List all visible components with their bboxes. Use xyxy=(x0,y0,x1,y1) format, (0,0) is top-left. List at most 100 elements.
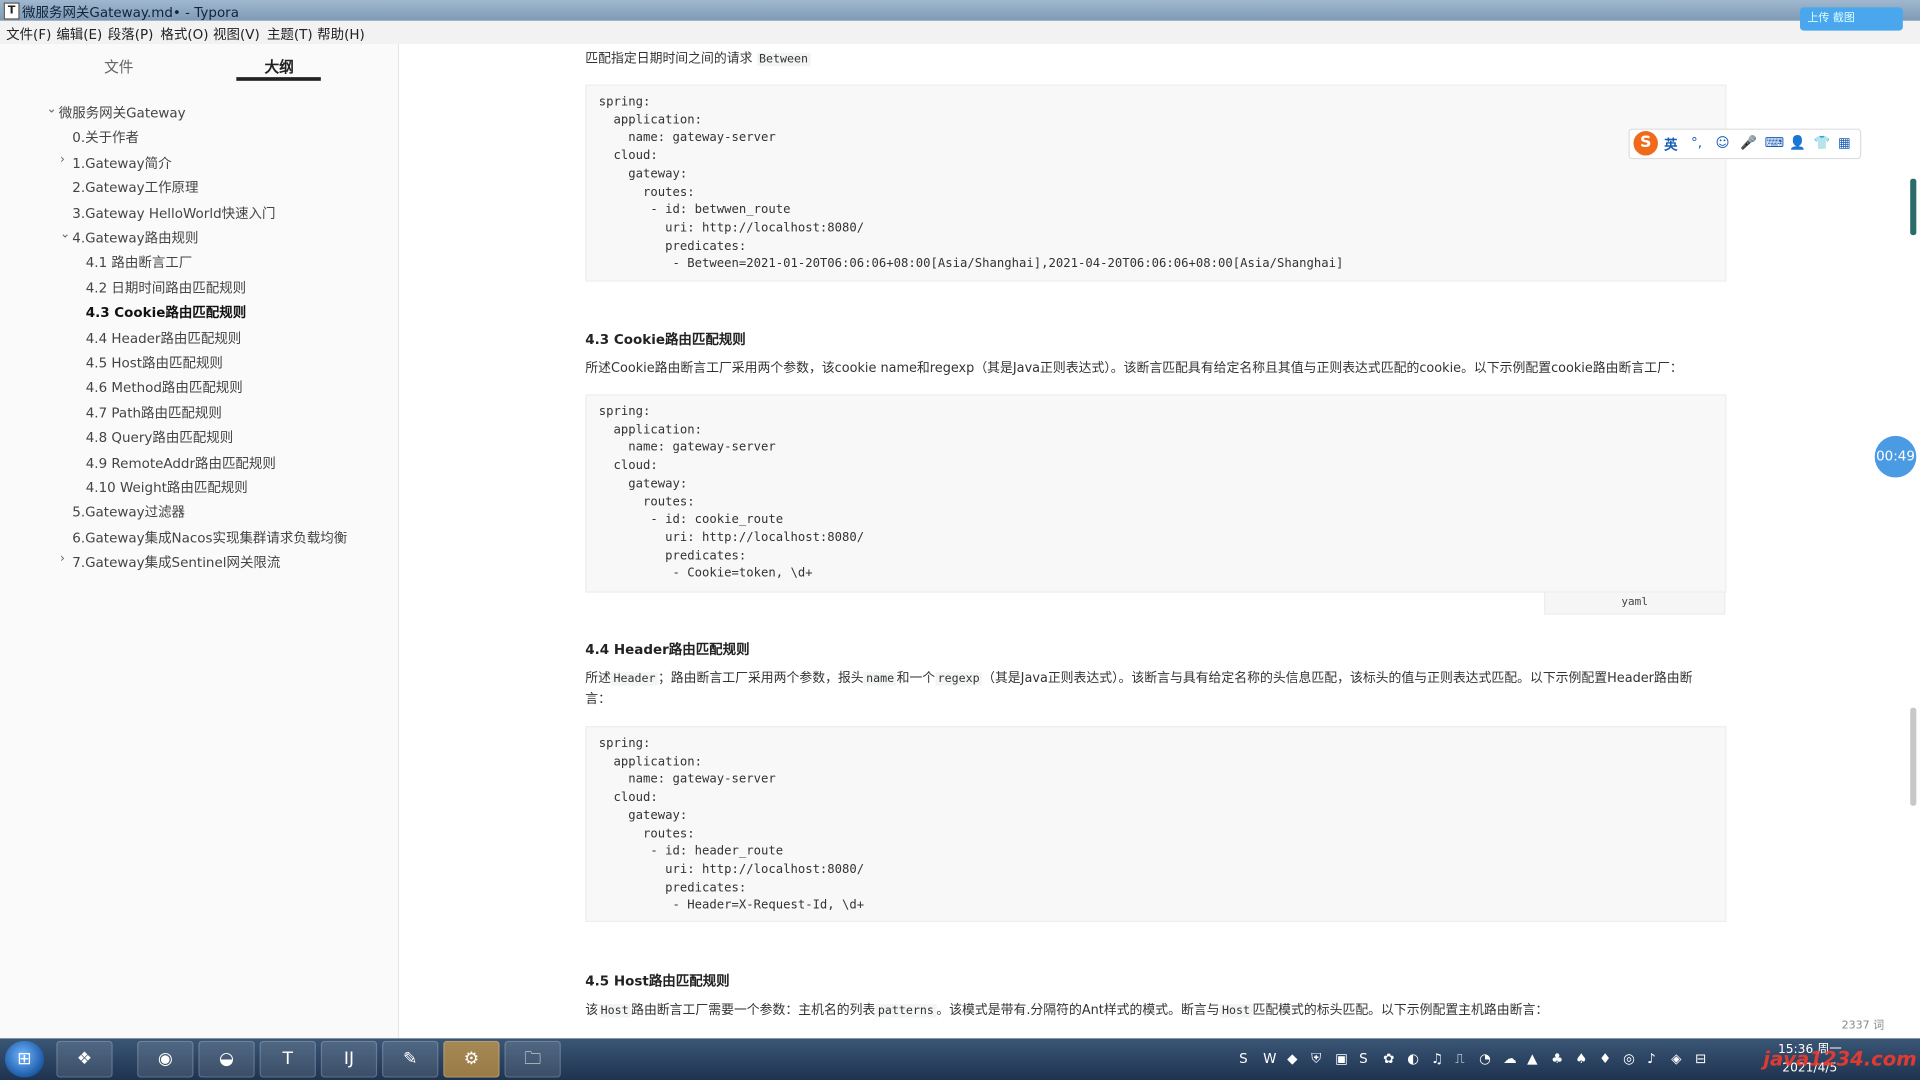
ime-language-toggle[interactable]: 英 xyxy=(1664,135,1677,155)
outline-item[interactable]: 2.Gateway工作原理 xyxy=(72,178,198,198)
cookie-paragraph: 所述Cookie路由断言工厂采用两个参数，该cookie name和regexp… xyxy=(585,361,1683,376)
tab-outline[interactable]: 大纲 xyxy=(236,56,322,77)
code-line: gateway: xyxy=(598,809,688,823)
menu-paragraph[interactable]: 段落(P) xyxy=(108,24,154,44)
outline-item[interactable]: 4.10 Weight路由匹配规则 xyxy=(86,478,248,498)
recording-timer[interactable]: 00:49 xyxy=(1874,435,1917,478)
ime-skin-icon[interactable]: 👕 xyxy=(1813,135,1830,151)
browser-icon[interactable]: ◒ xyxy=(198,1040,255,1078)
scrollbar-thumb[interactable] xyxy=(1910,707,1917,806)
tray-icon[interactable]: ♣ xyxy=(1551,1051,1563,1067)
outline-item[interactable]: 4.6 Method路由匹配规则 xyxy=(86,378,243,398)
pen-app-icon[interactable]: ✎ xyxy=(382,1040,439,1078)
ime-punctuation-icon[interactable]: °, xyxy=(1691,135,1702,151)
editor-pane[interactable]: 匹配指定日期时间之间的请求 Between spring: applicatio… xyxy=(399,44,1920,1039)
menu-view[interactable]: 视图(V) xyxy=(213,24,260,44)
outline-item[interactable]: 4.2 日期时间路由匹配规则 xyxy=(86,278,246,298)
code-line: cloud: xyxy=(598,149,658,163)
text: （其是Java正则表达式）。该断言与具有给定名称的头信息匹配，该标头的值与正则表… xyxy=(982,671,1693,686)
outline-item[interactable]: 4.5 Host路由匹配规则 xyxy=(86,353,223,373)
menu-theme[interactable]: 主题(T) xyxy=(267,24,313,44)
heading-host: 4.5 Host路由匹配规则 xyxy=(585,973,730,990)
code-line: application: xyxy=(598,423,702,437)
text: ；路由断言工厂采用两个参数，报头 xyxy=(657,671,864,686)
outline-item[interactable]: 微服务网关Gateway xyxy=(59,103,186,123)
outline-item[interactable]: 6.Gateway集成Nacos实现集群请求负载均衡 xyxy=(72,528,347,548)
outline-item[interactable]: 4.7 Path路由匹配规则 xyxy=(86,403,222,423)
menu-format[interactable]: 格式(O) xyxy=(160,24,208,44)
tray-icon[interactable]: ♫ xyxy=(1431,1051,1443,1067)
code-line: spring: xyxy=(598,95,651,109)
menu-help[interactable]: 帮助(H) xyxy=(317,24,365,44)
outline-item[interactable]: 7.Gateway集成Sentinel网关限流 xyxy=(72,552,280,572)
outline-item[interactable]: 4.Gateway路由规则 xyxy=(72,228,198,248)
file-explorer-icon[interactable]: 🗀 xyxy=(504,1040,561,1078)
settings-app-icon[interactable]: ⚙ xyxy=(443,1040,500,1078)
outline-item[interactable]: 4.4 Header路由匹配规则 xyxy=(86,328,242,348)
chrome-icon[interactable]: ◉ xyxy=(137,1040,194,1078)
chevron-right-icon[interactable]: › xyxy=(60,153,65,166)
code-block-between[interactable]: spring: application: name: gateway-serve… xyxy=(585,84,1727,282)
ime-voice-icon[interactable]: 🎤 xyxy=(1740,135,1757,151)
outline-item[interactable]: 4.1 路由断言工厂 xyxy=(86,253,193,273)
text: 所述 xyxy=(585,671,612,686)
code-line: name: gateway-server xyxy=(598,441,776,455)
tray-icon[interactable]: ▲ xyxy=(1527,1051,1537,1067)
menu-file[interactable]: 文件(F) xyxy=(6,24,51,44)
cloud-screenshot-button[interactable]: 上传 截图 xyxy=(1800,7,1903,31)
outline-item[interactable]: 4.8 Query路由匹配规则 xyxy=(86,428,233,448)
ime-emoji-icon[interactable]: ☺ xyxy=(1716,135,1730,151)
tray-icon[interactable]: ◐ xyxy=(1407,1051,1419,1067)
start-button[interactable]: ⊞ xyxy=(4,1040,45,1078)
code-language-tag[interactable]: yaml xyxy=(1544,591,1726,615)
outline-item[interactable]: 5.Gateway过滤器 xyxy=(72,503,185,523)
tray-icon[interactable]: ♪ xyxy=(1647,1051,1656,1067)
chevron-down-icon[interactable]: ⌄ xyxy=(60,228,70,241)
tray-icon[interactable]: W xyxy=(1263,1051,1276,1067)
tray-icon[interactable]: ▣ xyxy=(1335,1051,1348,1067)
tray-icon[interactable]: ⊟ xyxy=(1695,1051,1706,1067)
inline-code: Host xyxy=(598,1004,632,1018)
inline-code: Host xyxy=(1219,1004,1253,1018)
chevron-down-icon[interactable]: ⌄ xyxy=(47,103,57,116)
tray-icon[interactable]: ◎ xyxy=(1623,1051,1635,1067)
outline-item[interactable]: 1.Gateway简介 xyxy=(72,153,171,173)
code-line: uri: http://localhost:8080/ xyxy=(598,531,865,545)
word-count[interactable]: 2337 词 xyxy=(1842,1016,1885,1032)
tray-icon[interactable]: ✿ xyxy=(1383,1051,1394,1067)
text: 该 xyxy=(585,1002,599,1018)
scroll-marker xyxy=(1910,178,1917,236)
ime-toolbar[interactable]: S 英 °, ☺ 🎤 ⌨ 👤 👕 ▦ xyxy=(1628,128,1862,160)
sogou-logo-icon[interactable]: S xyxy=(1633,131,1658,156)
tray-icon[interactable]: ♦ xyxy=(1599,1051,1611,1067)
tray-icon[interactable]: ⛨ xyxy=(1311,1051,1321,1068)
code-line: predicates: xyxy=(598,549,747,563)
tray-icon[interactable]: ☁ xyxy=(1503,1051,1516,1067)
chevron-right-icon[interactable]: › xyxy=(60,552,65,565)
tray-icon[interactable]: S xyxy=(1239,1051,1248,1067)
code-line: cloud: xyxy=(598,459,658,473)
outline-item[interactable]: 0.关于作者 xyxy=(72,128,139,148)
outline-item[interactable]: 3.Gateway HelloWorld快速入门 xyxy=(72,203,275,223)
tray-icon[interactable]: ◆ xyxy=(1287,1051,1297,1067)
tab-files[interactable]: 文件 xyxy=(76,56,162,77)
code-block-cookie[interactable]: spring: application: name: gateway-serve… xyxy=(585,394,1727,593)
intellij-icon[interactable]: IJ xyxy=(320,1040,378,1078)
code-line: - id: betwwen_route xyxy=(598,203,791,217)
ime-user-icon[interactable]: 👤 xyxy=(1789,135,1806,151)
tray-icon[interactable]: ♠ xyxy=(1575,1051,1587,1067)
tray-icon[interactable]: ◈ xyxy=(1671,1051,1681,1067)
tray-icon[interactable]: ◔ xyxy=(1479,1051,1491,1067)
tray-icon[interactable]: S xyxy=(1359,1051,1368,1067)
menu-edit[interactable]: 编辑(E) xyxy=(56,24,102,44)
colorful-app-icon[interactable]: ❖ xyxy=(56,1040,113,1078)
tray-icon[interactable]: ⎍ xyxy=(1455,1051,1464,1068)
ime-keyboard-icon[interactable]: ⌨ xyxy=(1764,135,1783,151)
outline-item[interactable]: 4.9 RemoteAddr路由匹配规则 xyxy=(86,453,276,473)
ime-toolbox-icon[interactable]: ▦ xyxy=(1838,135,1851,151)
code-line: uri: http://localhost:8080/ xyxy=(598,863,865,877)
outline-item[interactable]: 4.3 Cookie路由匹配规则 xyxy=(86,303,246,323)
code-block-header[interactable]: spring: application: name: gateway-serve… xyxy=(585,726,1727,923)
typora-icon[interactable]: T xyxy=(259,1040,316,1078)
intro-text: 匹配指定日期时间之间的请求 xyxy=(585,51,753,67)
